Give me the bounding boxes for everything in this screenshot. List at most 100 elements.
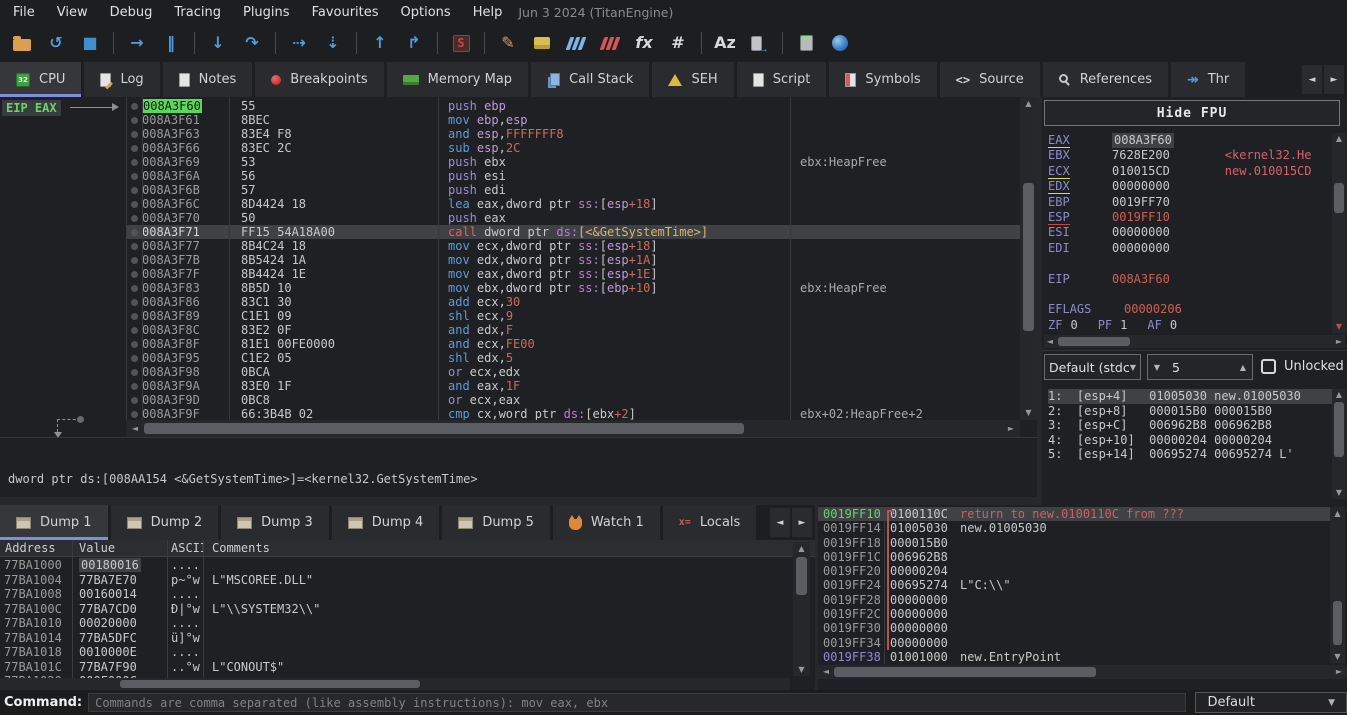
disasm-row[interactable]: 008A3F7050push eax	[126, 211, 1020, 225]
breakpoint-dot[interactable]	[126, 267, 142, 281]
disasm-row[interactable]: 008A3F7F8B4424 1Emov eax,dword ptr ss:[e…	[126, 267, 1020, 281]
stack-row[interactable]: 0019FF3400000000	[818, 636, 1330, 650]
scroll-right-arrow[interactable]: ►	[1333, 665, 1345, 679]
menu-plugins[interactable]: Plugins	[232, 3, 301, 22]
tab-scroll-right-button[interactable]: ►	[792, 508, 812, 537]
disasm-row[interactable]: 008A3F6683EC 2Csub esp,2C	[126, 141, 1020, 155]
dump-tab-dump-4[interactable]: Dump 4	[332, 505, 440, 540]
scrollbar-thumb[interactable]	[1334, 402, 1344, 457]
dump-vertical-scrollbar[interactable]: ▲ ▼	[793, 542, 810, 676]
breakpoint-dot[interactable]	[126, 337, 142, 351]
tab-thr[interactable]: ↠Thr	[1171, 62, 1245, 97]
breakpoint-dot[interactable]	[126, 225, 142, 239]
scroll-right-arrow[interactable]: ►	[1004, 420, 1018, 437]
tab-notes[interactable]: Notes	[163, 62, 253, 97]
dump-row[interactable]: 77BA100C77BA7CD0Ð|°wL"\\SYSTEM32\\"	[0, 602, 790, 617]
breakpoint-dot[interactable]	[126, 127, 142, 141]
register-row[interactable]: EDI00000000	[1048, 241, 1332, 256]
register-row[interactable]: EDX00000000	[1048, 179, 1332, 194]
breakpoint-dot[interactable]	[126, 407, 142, 421]
stepper-up-arrow[interactable]: ▲	[1234, 363, 1252, 372]
dump-table[interactable]: Address Value ASCII Comments 77BA1000001…	[0, 540, 815, 690]
scroll-left-arrow[interactable]: ◄	[820, 665, 832, 679]
bookmark-button[interactable]	[593, 28, 627, 58]
breakpoint-dot[interactable]	[126, 141, 142, 155]
trace-over-button[interactable]: ⇣	[316, 28, 350, 58]
breakpoint-dot[interactable]	[126, 239, 142, 253]
calculator-button[interactable]	[789, 28, 823, 58]
breakpoint-dot[interactable]	[126, 155, 142, 169]
scrollbar-thumb[interactable]	[120, 680, 420, 688]
argument-row[interactable]: 4: [esp+10] 00000204 00000204	[1048, 433, 1332, 448]
disasm-vertical-scrollbar[interactable]: ▲ ▼	[1020, 97, 1037, 420]
label-button[interactable]	[559, 28, 593, 58]
disasm-row[interactable]: 008A3F6B57push edi	[126, 183, 1020, 197]
horizontal-splitter[interactable]	[0, 497, 1037, 505]
patch-button[interactable]: ✎	[491, 28, 525, 58]
stack-row[interactable]: 0019FF100100110Creturn to new.0100110C f…	[818, 507, 1330, 521]
dump-tab-dump-2[interactable]: Dump 2	[111, 505, 219, 540]
run-to-user-code-button[interactable]: ↱	[397, 28, 431, 58]
command-profile-select[interactable]: Default ▼	[1195, 692, 1347, 713]
breakpoint-dot[interactable]	[126, 169, 142, 183]
disasm-row[interactable]: 008A3F6383E4 F8and esp,FFFFFFF8	[126, 127, 1020, 141]
menu-favourites[interactable]: Favourites	[301, 3, 390, 22]
disassembly-panel[interactable]: EIP EAX 008A3F6055push ebp008A3F618BECmo…	[0, 97, 1037, 437]
stack-row[interactable]: 0019FF1401005030new.01005030	[818, 521, 1330, 535]
stack-vertical-scrollbar[interactable]: ▲ ▼	[1330, 507, 1345, 663]
disasm-row[interactable]: 008A3F6953push ebxebx:HeapFree	[126, 155, 1020, 169]
disasm-row[interactable]: 008A3F8683C1 30add ecx,30	[126, 295, 1020, 309]
step-over-button[interactable]: ↷	[235, 28, 269, 58]
argument-count-stepper[interactable]: ▼ 5 ▲	[1147, 354, 1253, 380]
argument-row[interactable]: 1: [esp+4] 01005030 new.01005030	[1048, 389, 1332, 404]
register-row[interactable]: ESI00000000	[1048, 225, 1332, 240]
dump-row[interactable]: 77BA101C77BA7F90..°wL"CONOUT$"	[0, 660, 790, 675]
scrollbar-thumb[interactable]	[1333, 601, 1342, 645]
tab-script[interactable]: Script	[737, 62, 827, 97]
tab-cpu[interactable]: 32CPU	[0, 62, 81, 97]
menu-view[interactable]: View	[46, 3, 99, 22]
scroll-down-arrow[interactable]: ▼	[793, 663, 810, 676]
disasm-row[interactable]: 008A3F6A56push esi	[126, 169, 1020, 183]
run-button[interactable]: →	[120, 28, 154, 58]
trace-into-button[interactable]: ⇢	[282, 28, 316, 58]
disasm-row[interactable]: 008A3F8C83E2 0Fand edx,F	[126, 323, 1020, 337]
step-into-button[interactable]: ↓	[201, 28, 235, 58]
scrollbar-thumb[interactable]	[834, 667, 1096, 677]
stop-button[interactable]: ■	[73, 28, 107, 58]
tab-memory-map[interactable]: Memory Map	[387, 62, 528, 97]
tab-breakpoints[interactable]: Breakpoints	[255, 62, 383, 97]
dump-tab-dump-3[interactable]: Dump 3	[221, 505, 329, 540]
tab-call-stack[interactable]: Call Stack	[531, 62, 649, 97]
tab-symbols[interactable]: Symbols	[829, 62, 936, 97]
stack-row[interactable]: 0019FF2000000204	[818, 564, 1330, 578]
breakpoint-dot[interactable]	[126, 211, 142, 225]
tab-scroll-left-button[interactable]: ◄	[770, 508, 790, 537]
scrollbar-thumb[interactable]	[144, 423, 744, 434]
disasm-row[interactable]: 008A3F9F66:3B4B 02cmp cx,word ptr ds:[eb…	[126, 407, 1020, 421]
dump-horizontal-scrollbar[interactable]	[0, 678, 790, 690]
dump-row[interactable]: 77BA100800160014....	[0, 587, 790, 602]
stack-row[interactable]: 0019FF3000000000	[818, 621, 1330, 635]
breakpoint-dot[interactable]	[126, 351, 142, 365]
register-row[interactable]: EIP008A3F60	[1048, 272, 1332, 287]
unlocked-checkbox[interactable]	[1261, 359, 1276, 374]
dump-tab-locals[interactable]: x=Locals	[663, 505, 757, 540]
registers-vertical-scrollbar[interactable]: ▲ ▼	[1332, 133, 1346, 333]
strings-button[interactable]: Az	[708, 28, 742, 58]
disasm-row[interactable]: 008A3F9D0BC8or ecx,eax	[126, 393, 1020, 407]
hash-button[interactable]: #	[661, 28, 695, 58]
scroll-up-arrow[interactable]: ▲	[793, 542, 810, 555]
scroll-down-arrow[interactable]: ▼	[1332, 487, 1346, 499]
disasm-horizontal-scrollbar[interactable]: ◄ ►	[126, 420, 1020, 437]
menu-tracing[interactable]: Tracing	[163, 3, 232, 22]
register-row[interactable]: EFLAGS00000206	[1048, 302, 1332, 317]
scroll-down-arrow[interactable]: ▼	[1020, 406, 1037, 420]
debuggee-notes-button[interactable]	[742, 28, 776, 58]
register-row[interactable]: ESP0019FF10	[1048, 210, 1332, 225]
scrollbar-thumb[interactable]	[1058, 337, 1130, 346]
disasm-row[interactable]: 008A3F6055push ebp	[126, 99, 1020, 113]
scroll-up-arrow[interactable]: ▲	[1332, 389, 1346, 401]
dump-row[interactable]: 77BA100000180016....	[0, 558, 790, 573]
tab-references[interactable]: References	[1043, 62, 1168, 97]
